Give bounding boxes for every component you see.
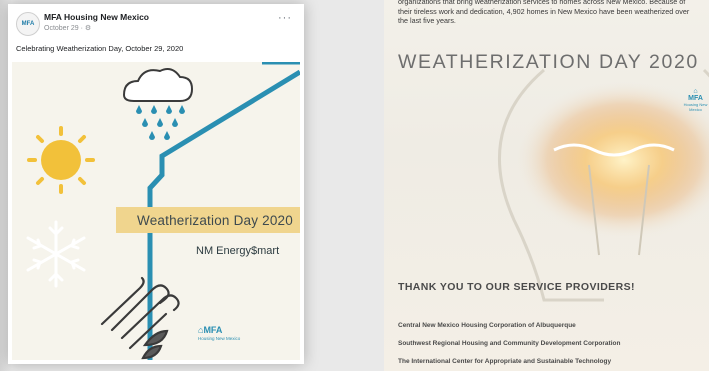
wind-icon [100,276,180,360]
post-timestamp[interactable]: October 29 · ⚙ [44,24,91,32]
weatherization-poster[interactable]: organizations that bring weatherization … [384,0,709,371]
weatherization-day-banner: Weatherization Day 2020 [116,207,300,233]
mfa-logo-text: MFA [688,95,703,102]
poster-intro-text: organizations that bring weatherization … [398,0,690,25]
post-image[interactable]: Weatherization Day 2020 NM Energy$mart ⌂… [12,62,300,360]
avatar-text: MFA [21,21,35,27]
mfa-logo-poster: ⌂ MFA Housing New Mexico [682,88,709,112]
mfa-logo-subtitle: Housing New Mexico [198,336,241,341]
cloud-rain-icon [122,68,194,140]
thanks-heading: THANK YOU TO OUR SERVICE PROVIDERS! [398,281,635,293]
poster-title: WEATHERIZATION DAY 2020 [398,51,699,73]
mfa-logo-subtitle: Housing New Mexico [683,102,708,112]
provider-item: Southwest Regional Housing and Community… [398,340,621,347]
energy-smart-label: NM Energy$mart [196,245,280,257]
facebook-post-card[interactable]: MFA MFA Housing New Mexico October 29 · … [8,4,304,364]
page-name-link[interactable]: MFA Housing New Mexico [44,12,149,22]
provider-item: Central New Mexico Housing Corporation o… [398,322,576,329]
post-caption: Celebrating Weatherization Day, October … [16,44,184,53]
page-avatar[interactable]: MFA [16,12,40,36]
provider-item: The International Center for Appropriate… [398,358,612,365]
sun-icon [27,126,95,194]
more-options-button[interactable]: ··· [278,12,292,24]
mfa-logo-text: MFA [203,325,223,335]
post-header: MFA MFA Housing New Mexico October 29 · … [14,10,298,40]
snowflake-icon [26,220,86,288]
house-icon: ⌂ [693,88,698,95]
mfa-logo: ⌂MFA Housing New Mexico [198,325,240,341]
